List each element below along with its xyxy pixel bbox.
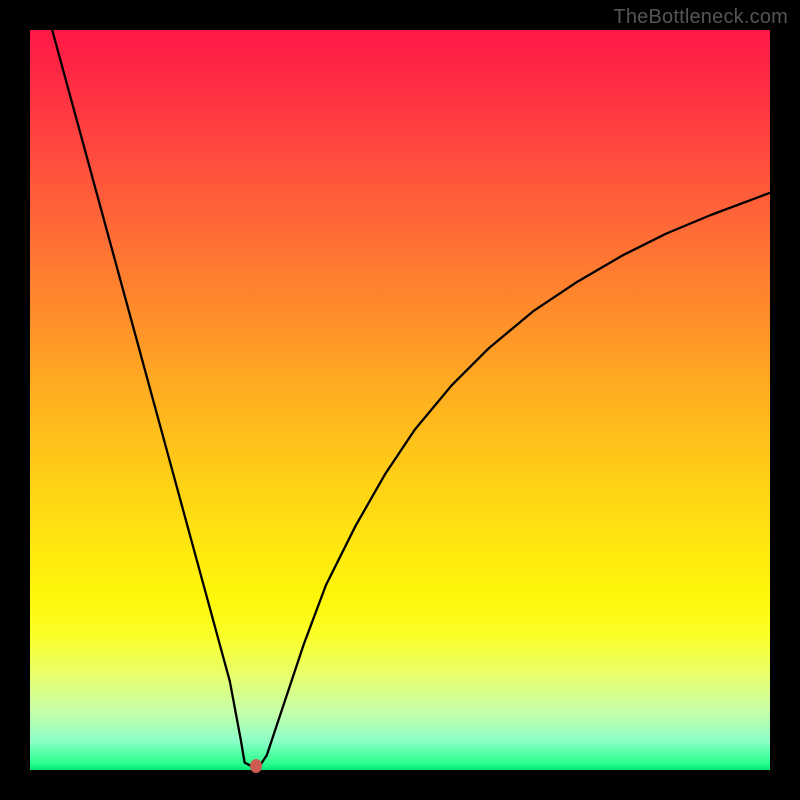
bottleneck-curve xyxy=(30,30,770,770)
chart-frame: TheBottleneck.com xyxy=(0,0,800,800)
watermark-text: TheBottleneck.com xyxy=(613,6,788,29)
plot-area xyxy=(30,30,770,770)
minimum-marker xyxy=(250,759,262,773)
